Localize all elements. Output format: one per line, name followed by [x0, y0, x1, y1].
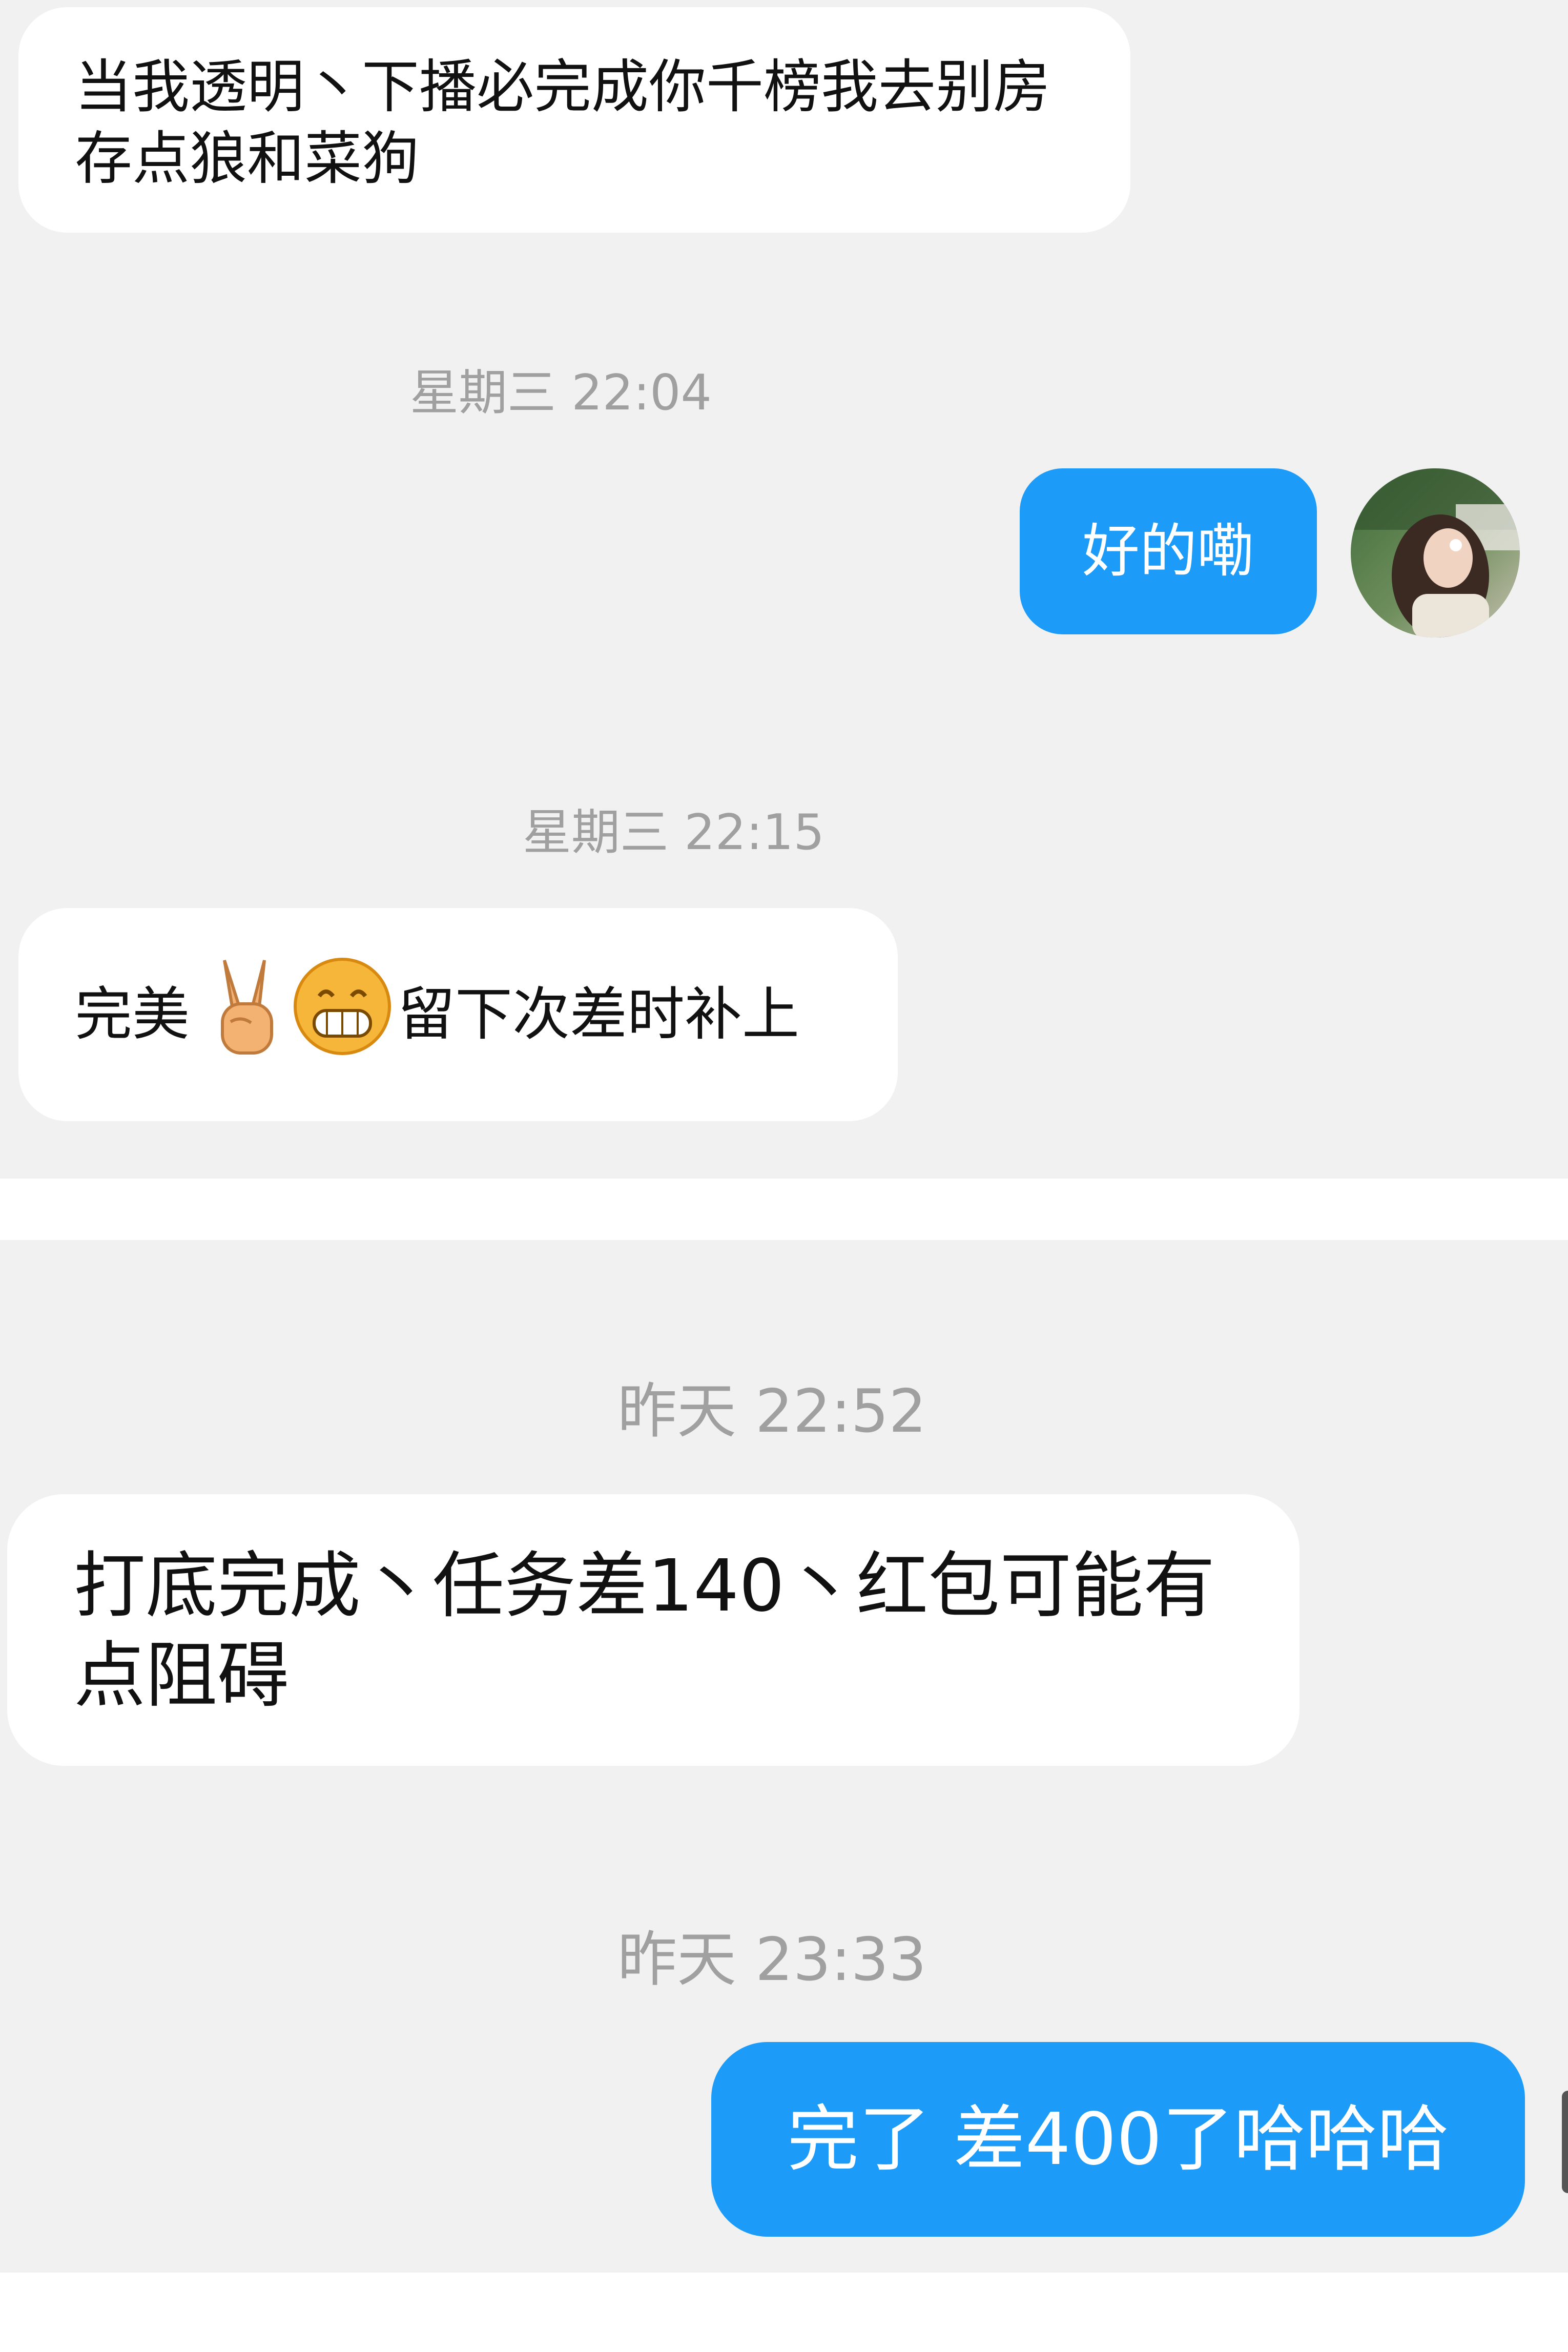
timestamp: 昨天 22:52 — [617, 1377, 927, 1446]
grinning-face-icon — [291, 955, 394, 1074]
avatar-edge — [1562, 2091, 1568, 2193]
chat-panel-top: 当我透明丶下播必完成你千榜我去别房存点狼和菜狗 星期三 22:04 好的嘞 星期… — [0, 0, 1568, 1179]
screenshot-bottom-strip — [0, 2273, 1568, 2352]
chat-panel-bottom: 昨天 22:52 打底完成丶任务差140丶红包可能有点阻碍 昨天 23:33 完… — [0, 1240, 1568, 2273]
message-text: 留下次差时补上 — [398, 981, 799, 1048]
message-text: 完了 差400了哈哈哈 — [787, 2097, 1449, 2181]
avatar[interactable] — [1351, 468, 1520, 637]
timestamp: 星期三 22:04 — [410, 365, 712, 421]
message-text: 完美 — [75, 981, 190, 1048]
timestamp: 星期三 22:15 — [523, 804, 824, 861]
message-bubble-outgoing[interactable]: 好的嘞 — [1020, 468, 1317, 634]
message-bubble-outgoing[interactable]: 完了 差400了哈哈哈 — [711, 2042, 1525, 2237]
victory-hand-icon — [204, 955, 286, 1074]
timestamp: 昨天 23:33 — [617, 1925, 927, 1994]
message-text: 打底完成丶任务差140丶红包可能有点阻碍 — [74, 1544, 1215, 1718]
avatar-photo-icon — [1351, 468, 1520, 637]
message-text: 当我透明丶下播必完成你千榜我去别房存点狼和菜狗 — [75, 54, 1050, 192]
message-bubble-incoming[interactable]: 当我透明丶下播必完成你千榜我去别房存点狼和菜狗 — [18, 7, 1130, 233]
message-text: 好的嘞 — [1082, 518, 1254, 585]
message-bubble-incoming[interactable]: 完美 留下次差时补上 — [18, 908, 898, 1121]
message-bubble-incoming[interactable]: 打底完成丶任务差140丶红包可能有点阻碍 — [7, 1494, 1299, 1766]
screenshot-divider — [0, 1179, 1568, 1240]
